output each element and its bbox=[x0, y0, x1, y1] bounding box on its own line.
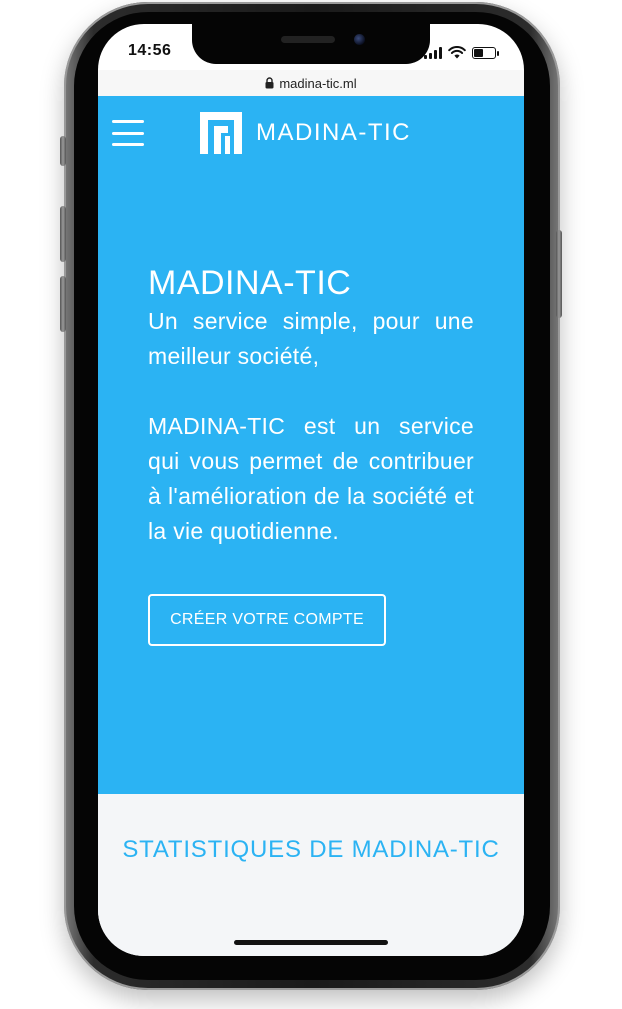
browser-url-bar[interactable]: madina-tic.ml bbox=[98, 70, 524, 96]
madina-tic-logo-icon bbox=[200, 112, 242, 154]
volume-down-button bbox=[60, 276, 66, 332]
brand-name: MADINA-TIC bbox=[256, 119, 411, 146]
notch bbox=[192, 24, 430, 64]
brand-logo-link[interactable]: MADINA-TIC bbox=[200, 112, 411, 154]
battery-icon bbox=[472, 46, 499, 59]
stats-title: STATISTIQUES DE MADINA-TIC bbox=[122, 836, 500, 863]
create-account-button[interactable]: CRÉER VOTRE COMPTE bbox=[148, 594, 386, 646]
status-icons bbox=[424, 46, 499, 59]
stats-section: STATISTIQUES DE MADINA-TIC bbox=[98, 794, 524, 956]
status-time: 14:56 bbox=[128, 42, 172, 59]
wifi-icon bbox=[448, 46, 466, 59]
home-indicator[interactable] bbox=[234, 940, 388, 945]
hero-subtitle: Un service simple, pour une meilleur soc… bbox=[148, 308, 474, 369]
volume-up-button bbox=[60, 206, 66, 262]
hero-section: MADINA-TIC MADINA-TIC Un service simple,… bbox=[98, 96, 524, 794]
lock-icon bbox=[265, 77, 274, 89]
hamburger-menu-icon[interactable] bbox=[112, 120, 144, 146]
mute-switch bbox=[60, 136, 66, 166]
hero-description: MADINA-TIC est un service qui vous perme… bbox=[148, 413, 474, 544]
url-text[interactable]: madina-tic.ml bbox=[279, 76, 356, 91]
phone-screen: 14:56 madina-tic.ml MADINA-TIC MADINA-TI… bbox=[98, 24, 524, 956]
front-camera bbox=[354, 34, 365, 45]
earpiece-speaker bbox=[281, 36, 335, 43]
hero-content: MADINA-TIC Un service simple, pour une m… bbox=[148, 262, 474, 646]
power-button bbox=[556, 230, 562, 318]
hero-title: MADINA-TIC bbox=[148, 264, 352, 302]
